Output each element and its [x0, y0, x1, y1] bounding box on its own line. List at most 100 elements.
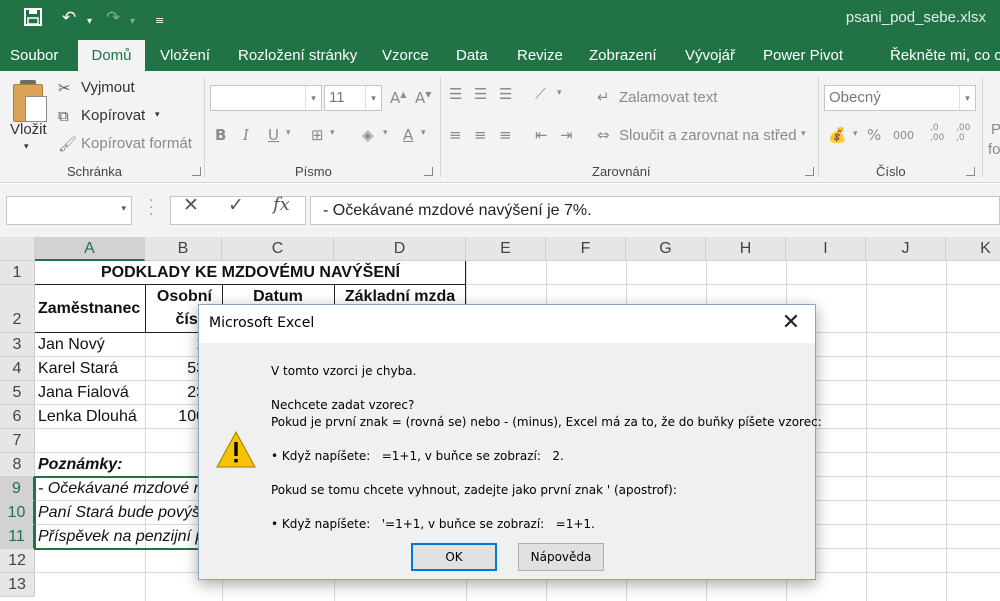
- paste-dropdown-icon[interactable]: ▾: [24, 141, 29, 152]
- wrap-text-button[interactable]: Zalamovat text: [619, 89, 717, 106]
- fill-color-icon[interactable]: ◈: [362, 126, 374, 144]
- fill-dropdown-icon[interactable]: ▾: [383, 128, 388, 138]
- cut-button[interactable]: Vyjmout: [81, 79, 135, 96]
- merge-dropdown-icon[interactable]: ▾: [801, 129, 806, 139]
- note-cell[interactable]: - Očekávané mzdové n: [38, 477, 198, 501]
- decrease-decimal-button[interactable]: ,00 ,0: [956, 123, 970, 143]
- tab-zobrazeni[interactable]: Zobrazení: [579, 40, 667, 71]
- undo-dropdown-icon[interactable]: ▾: [87, 12, 92, 32]
- save-icon[interactable]: [24, 8, 42, 31]
- name-box-dropdown-icon[interactable]: ▾: [121, 204, 126, 214]
- employee-number[interactable]: 53: [145, 357, 205, 381]
- copy-button[interactable]: Kopírovat: [81, 107, 145, 124]
- column-header-d[interactable]: D: [334, 237, 466, 261]
- dialog-title-bar[interactable]: Microsoft Excel ✕: [199, 305, 815, 343]
- tab-power-pivot[interactable]: Power Pivot: [753, 40, 853, 71]
- column-header-c[interactable]: C: [222, 237, 334, 261]
- number-format-combo[interactable]: Obecný ▾: [824, 85, 976, 111]
- formula-input[interactable]: - Očekávané mzdové navýšení je 7%.: [310, 196, 1000, 225]
- help-button[interactable]: Nápověda: [518, 543, 604, 571]
- font-launcher[interactable]: [424, 167, 433, 176]
- employee-name[interactable]: Lenka Dlouhá: [38, 405, 137, 429]
- tab-rozlozeni-stranky[interactable]: Rozložení stránky: [228, 40, 367, 71]
- increase-decimal-button[interactable]: ,0 ,00: [930, 123, 944, 143]
- drag-handle-icon[interactable]: · · ·: [149, 194, 153, 222]
- employee-name[interactable]: Jan Nový: [38, 333, 105, 357]
- merge-center-button[interactable]: Sloučit a zarovnat na střed: [619, 127, 797, 144]
- insert-function-icon[interactable]: fx: [273, 194, 290, 215]
- italic-button[interactable]: I: [243, 126, 249, 144]
- row-header-6[interactable]: 6: [0, 405, 35, 429]
- grow-font-icon[interactable]: A▲: [390, 89, 406, 107]
- note-cell[interactable]: Paní Stará bude povýše: [38, 501, 198, 525]
- column-header-i[interactable]: I: [786, 237, 866, 261]
- row-header-11[interactable]: 11: [0, 525, 35, 549]
- align-middle-icon[interactable]: ☰: [474, 85, 487, 103]
- ok-button[interactable]: OK: [411, 543, 497, 571]
- row-header-2[interactable]: 2: [0, 285, 35, 333]
- bold-button[interactable]: B: [215, 126, 226, 144]
- tab-vlozeni[interactable]: Vložení: [150, 40, 220, 71]
- decrease-indent-icon[interactable]: ⇤: [535, 126, 548, 144]
- employee-number[interactable]: 100: [145, 405, 205, 429]
- header-employee[interactable]: Zaměstnanec: [38, 297, 140, 321]
- underline-button[interactable]: U: [268, 126, 279, 144]
- shrink-font-icon[interactable]: A▼: [415, 89, 431, 107]
- clipboard-launcher[interactable]: [192, 167, 201, 176]
- column-header-g[interactable]: G: [626, 237, 706, 261]
- align-top-icon[interactable]: ☰: [449, 85, 462, 103]
- tab-data[interactable]: Data: [446, 40, 498, 71]
- row-header-9[interactable]: 9: [0, 477, 35, 501]
- borders-dropdown-icon[interactable]: ▾: [330, 128, 335, 138]
- redo-dropdown-icon[interactable]: ▾: [130, 12, 135, 32]
- tab-domu[interactable]: Domů: [78, 40, 145, 71]
- align-left-icon[interactable]: ≡: [449, 126, 462, 144]
- tell-me-search[interactable]: Řekněte mi, co c: [866, 40, 1000, 71]
- select-all-corner[interactable]: [0, 237, 35, 261]
- column-header-f[interactable]: F: [546, 237, 626, 261]
- tab-revize[interactable]: Revize: [507, 40, 573, 71]
- format-painter-button[interactable]: Kopírovat formát: [81, 135, 192, 152]
- orientation-icon[interactable]: ⟋: [535, 85, 546, 103]
- column-header-a[interactable]: A: [35, 237, 145, 261]
- currency-dropdown-icon[interactable]: ▾: [853, 129, 858, 139]
- row-header-7[interactable]: 7: [0, 429, 35, 453]
- column-header-j[interactable]: J: [866, 237, 946, 261]
- tab-vzorce[interactable]: Vzorce: [372, 40, 439, 71]
- column-header-e[interactable]: E: [466, 237, 546, 261]
- row-header-1[interactable]: 1: [0, 261, 35, 285]
- employee-number[interactable]: 23: [145, 381, 205, 405]
- sheet-title[interactable]: PODKLADY KE MZDOVÉMU NAVÝŠENÍ: [35, 261, 466, 285]
- customize-qat-icon[interactable]: ≡: [155, 11, 164, 31]
- row-header-12[interactable]: 12: [0, 549, 35, 573]
- underline-dropdown-icon[interactable]: ▾: [286, 128, 291, 138]
- column-header-k[interactable]: K: [946, 237, 1000, 261]
- increase-indent-icon[interactable]: ⇥: [560, 126, 573, 144]
- close-icon[interactable]: ✕: [779, 310, 803, 335]
- percent-button[interactable]: %: [867, 126, 881, 144]
- orientation-dropdown-icon[interactable]: ▾: [557, 88, 562, 98]
- undo-icon[interactable]: ↶: [62, 8, 76, 28]
- align-right-icon[interactable]: ≡: [499, 126, 512, 144]
- font-name-combo[interactable]: ▾: [210, 85, 322, 111]
- thousands-button[interactable]: 000: [893, 129, 914, 142]
- column-header-b[interactable]: B: [145, 237, 222, 261]
- currency-icon[interactable]: 💰: [828, 126, 847, 144]
- row-header-4[interactable]: 4: [0, 357, 35, 381]
- name-box[interactable]: ▾: [6, 196, 132, 225]
- enter-icon[interactable]: ✓: [228, 194, 244, 216]
- employee-name[interactable]: Karel Stará: [38, 357, 118, 381]
- align-bottom-icon[interactable]: ☰: [499, 85, 512, 103]
- font-color-icon[interactable]: A: [403, 126, 413, 144]
- number-launcher[interactable]: [966, 167, 975, 176]
- redo-icon[interactable]: ↷: [106, 8, 120, 28]
- row-header-3[interactable]: 3: [0, 333, 35, 357]
- font-color-dropdown-icon[interactable]: ▾: [421, 128, 426, 138]
- font-size-combo[interactable]: 11 ▾: [324, 85, 382, 111]
- cancel-icon[interactable]: ✕: [183, 194, 199, 216]
- employee-name[interactable]: Jana Fialová: [38, 381, 129, 405]
- employee-number[interactable]: 1: [145, 333, 205, 357]
- borders-icon[interactable]: ⊞: [311, 126, 324, 144]
- row-header-5[interactable]: 5: [0, 381, 35, 405]
- tab-soubor[interactable]: Soubor: [0, 40, 68, 71]
